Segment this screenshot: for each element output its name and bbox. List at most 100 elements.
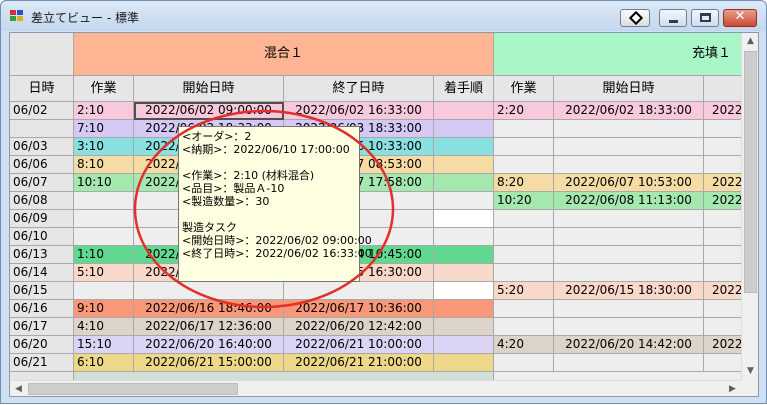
mixing-task-cell[interactable]: 3:10 <box>74 138 134 156</box>
filling-extra-cell[interactable] <box>704 246 741 264</box>
mixing-end-cell[interactable] <box>284 282 434 300</box>
mixing-end-cell[interactable]: 2022/06/17 10:36:00 <box>284 300 434 318</box>
filling-extra-cell[interactable]: 2022 <box>704 102 741 120</box>
filling-start-cell[interactable]: 2022/06/15 18:30:00 <box>554 282 704 300</box>
filling-extra-cell[interactable] <box>704 156 741 174</box>
mixing-order-cell[interactable] <box>434 192 494 210</box>
filling-task-cell[interactable]: 5:20 <box>494 282 554 300</box>
scroll-down-icon[interactable]: ▼ <box>742 363 758 380</box>
filling-start-cell[interactable] <box>554 300 704 318</box>
filling-extra-cell[interactable] <box>704 210 741 228</box>
horizontal-scroll-thumb[interactable] <box>28 383 238 395</box>
header-date[interactable]: 日時 <box>10 76 74 102</box>
maximize-button[interactable] <box>691 9 719 27</box>
horizontal-scrollbar[interactable]: ◀ ▶ <box>10 380 741 396</box>
mixing-task-cell[interactable] <box>74 192 134 210</box>
mixing-order-cell[interactable] <box>434 318 494 336</box>
filling-start-cell[interactable] <box>554 228 704 246</box>
filling-start-cell[interactable]: 2022/06/02 18:33:00 <box>554 102 704 120</box>
filling-extra-cell[interactable]: 2022 <box>704 282 741 300</box>
filling-extra-cell[interactable] <box>704 264 741 282</box>
filling-task-cell[interactable]: 8:20 <box>494 174 554 192</box>
filling-start-cell[interactable]: 2022/06/07 10:53:00 <box>554 174 704 192</box>
filling-extra-cell[interactable]: 2022 <box>704 192 741 210</box>
mixing-task-cell[interactable]: 7:10 <box>74 120 134 138</box>
filling-task-cell[interactable]: 10:20 <box>494 192 554 210</box>
header-start-mixing[interactable]: 開始日時 <box>134 76 284 102</box>
mixing-order-cell[interactable] <box>434 138 494 156</box>
filling-task-cell[interactable] <box>494 138 554 156</box>
mixing-order-cell[interactable] <box>434 264 494 282</box>
mixing-order-cell[interactable] <box>434 336 494 354</box>
filling-start-cell[interactable] <box>554 246 704 264</box>
group-header-filling[interactable]: 充填１ <box>494 33 741 76</box>
settings-button[interactable] <box>620 9 650 27</box>
filling-start-cell[interactable]: 2022/06/08 11:13:00 <box>554 192 704 210</box>
filling-extra-cell[interactable]: 2022 <box>704 336 741 354</box>
mixing-order-cell[interactable] <box>434 120 494 138</box>
filling-task-cell[interactable] <box>494 264 554 282</box>
filling-task-cell[interactable] <box>494 120 554 138</box>
filling-extra-cell[interactable] <box>704 318 741 336</box>
mixing-task-cell[interactable] <box>74 282 134 300</box>
filling-start-cell[interactable] <box>554 318 704 336</box>
selected-start-cell[interactable]: 2022/06/02 09:00:00 <box>134 102 284 120</box>
filling-start-cell[interactable]: 2022/06/20 14:42:00 <box>554 336 704 354</box>
mixing-end-cell[interactable]: 2022/06/20 12:42:00 <box>284 318 434 336</box>
filling-extra-cell[interactable] <box>704 138 741 156</box>
mixing-end-cell[interactable]: 2022/06/02 16:33:00 <box>284 102 434 120</box>
filling-start-cell[interactable] <box>554 120 704 138</box>
mixing-start-cell[interactable] <box>134 282 284 300</box>
mixing-task-cell[interactable]: 4:10 <box>74 318 134 336</box>
mixing-end-cell[interactable]: 2022/06/21 10:00:00 <box>284 336 434 354</box>
mixing-task-cell[interactable]: 6:10 <box>74 354 134 372</box>
filling-extra-cell[interactable] <box>704 228 741 246</box>
filling-extra-cell[interactable] <box>704 354 741 372</box>
mixing-order-cell[interactable] <box>434 282 494 300</box>
header-task-filling[interactable]: 作業 <box>494 76 554 102</box>
mixing-task-cell[interactable] <box>74 228 134 246</box>
mixing-order-cell[interactable] <box>434 156 494 174</box>
filling-start-cell[interactable] <box>554 210 704 228</box>
mixing-order-cell[interactable] <box>434 174 494 192</box>
filling-task-cell[interactable] <box>494 210 554 228</box>
mixing-task-cell[interactable]: 15:10 <box>74 336 134 354</box>
filling-task-cell[interactable]: 2:20 <box>494 102 554 120</box>
mixing-end-cell[interactable]: 2022/06/21 21:00:00 <box>284 354 434 372</box>
mixing-order-cell[interactable] <box>434 300 494 318</box>
mixing-task-cell[interactable]: 1:10 <box>74 246 134 264</box>
mixing-order-cell[interactable] <box>434 228 494 246</box>
mixing-order-cell[interactable] <box>434 210 494 228</box>
mixing-start-cell[interactable]: 2022/06/16 18:46:00 <box>134 300 284 318</box>
filling-task-cell[interactable] <box>494 318 554 336</box>
mixing-task-cell[interactable]: 9:10 <box>74 300 134 318</box>
header-task-mixing[interactable]: 作業 <box>74 76 134 102</box>
header-order-mixing[interactable]: 着手順 <box>434 76 494 102</box>
scroll-right-icon[interactable]: ▶ <box>724 381 741 396</box>
minimize-button[interactable] <box>659 9 687 27</box>
mixing-order-cell[interactable] <box>434 246 494 264</box>
filling-task-cell[interactable]: 4:20 <box>494 336 554 354</box>
mixing-start-cell[interactable]: 2022/06/21 15:00:00 <box>134 354 284 372</box>
mixing-order-cell[interactable] <box>434 354 494 372</box>
mixing-task-cell[interactable]: 5:10 <box>74 264 134 282</box>
header-end-mixing[interactable]: 終了日時 <box>284 76 434 102</box>
group-header-mixing[interactable]: 混合１ <box>74 33 494 76</box>
filling-extra-cell[interactable] <box>704 300 741 318</box>
mixing-order-cell[interactable] <box>434 102 494 120</box>
filling-start-cell[interactable] <box>554 264 704 282</box>
mixing-task-cell[interactable]: 10:10 <box>74 174 134 192</box>
filling-task-cell[interactable] <box>494 246 554 264</box>
title-bar[interactable]: 差立てビュー - 標準 ✕ <box>1 1 766 31</box>
filling-task-cell[interactable] <box>494 354 554 372</box>
filling-task-cell[interactable] <box>494 156 554 174</box>
mixing-task-cell[interactable]: 8:10 <box>74 156 134 174</box>
filling-extra-cell[interactable]: 2022 <box>704 174 741 192</box>
close-button[interactable]: ✕ <box>723 9 757 27</box>
filling-start-cell[interactable] <box>554 156 704 174</box>
vertical-scrollbar[interactable]: ▲ ▼ <box>741 33 758 380</box>
vertical-scroll-thumb[interactable] <box>744 51 757 293</box>
filling-task-cell[interactable] <box>494 300 554 318</box>
mixing-task-cell[interactable] <box>74 210 134 228</box>
header-extra-filling[interactable] <box>704 76 741 102</box>
